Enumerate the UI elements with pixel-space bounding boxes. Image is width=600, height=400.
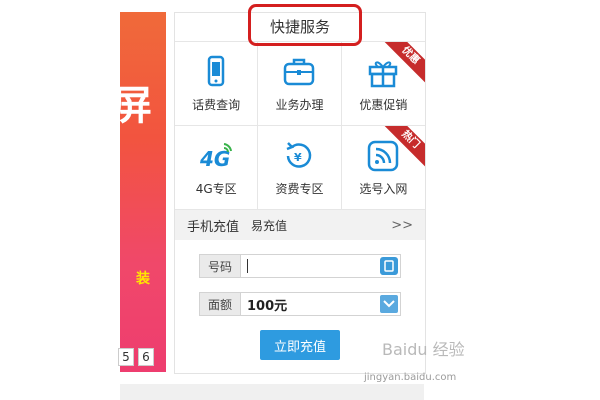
number-field[interactable]: 号码 bbox=[199, 254, 401, 278]
bottom-strip bbox=[120, 384, 424, 400]
tab-easy-recharge[interactable]: 易充值 bbox=[251, 217, 287, 234]
text-cursor bbox=[247, 259, 248, 273]
svg-text:¥: ¥ bbox=[294, 151, 302, 164]
service-grid: 话费查询 业务办理 优惠 优惠促销 4G 4G专区 ¥ 资费专区 热门 选号入网 bbox=[175, 42, 425, 210]
service-4g-zone[interactable]: 4G 4G专区 bbox=[175, 126, 259, 210]
number-input[interactable] bbox=[241, 259, 380, 274]
service-label: 优惠促销 bbox=[359, 98, 408, 112]
banner-subtext: 装 bbox=[136, 271, 150, 287]
briefcase-icon bbox=[284, 58, 315, 86]
chevron-down-icon[interactable] bbox=[380, 295, 398, 313]
service-label: 选号入网 bbox=[359, 182, 408, 196]
refresh-coin-icon: ¥ bbox=[287, 142, 312, 168]
gift-icon bbox=[369, 61, 398, 88]
amount-label: 面额 bbox=[200, 293, 241, 315]
service-label: 4G专区 bbox=[195, 182, 237, 196]
service-business[interactable]: 业务办理 bbox=[258, 42, 342, 126]
phone-icon bbox=[207, 55, 225, 87]
4g-icon: 4G bbox=[199, 143, 233, 171]
watermark-logo: Baidu 经验 bbox=[382, 340, 465, 359]
amount-value: 100元 bbox=[247, 298, 288, 314]
more-link[interactable]: >> bbox=[391, 218, 413, 233]
banner-pager: 5 6 bbox=[118, 348, 154, 366]
pager-item-5[interactable]: 5 bbox=[118, 348, 134, 366]
tab-mobile-recharge[interactable]: 手机充值 bbox=[187, 216, 239, 235]
quick-service-panel: 快捷服务 话费查询 业务办理 优惠 优惠促销 4G 4G专区 ¥ 资费专区 热门… bbox=[174, 12, 426, 374]
amount-select[interactable]: 面额 100元 bbox=[199, 292, 401, 316]
watermark-url: jingyan.baidu.com bbox=[364, 372, 457, 383]
number-label: 号码 bbox=[200, 255, 241, 277]
service-bill-query[interactable]: 话费查询 bbox=[175, 42, 259, 126]
pager-item-6[interactable]: 6 bbox=[138, 348, 154, 366]
promo-banner[interactable]: 屏 装 bbox=[120, 12, 166, 372]
wifi-signal-icon bbox=[368, 140, 399, 172]
service-number-select[interactable]: 热门 选号入网 bbox=[341, 126, 425, 210]
service-label: 资费专区 bbox=[275, 182, 324, 196]
service-tariff-zone[interactable]: ¥ 资费专区 bbox=[258, 126, 342, 210]
banner-headline: 屏 bbox=[120, 83, 152, 129]
contacts-icon[interactable] bbox=[380, 257, 398, 275]
svg-text:4G: 4G bbox=[199, 147, 230, 171]
service-label: 业务办理 bbox=[275, 98, 324, 112]
service-label: 话费查询 bbox=[192, 98, 241, 112]
service-promotions[interactable]: 优惠 优惠促销 bbox=[341, 42, 425, 126]
recharge-tabs: 手机充值 易充值 >> bbox=[175, 210, 425, 240]
title-highlight-box bbox=[248, 4, 362, 46]
recharge-submit-button[interactable]: 立即充值 bbox=[260, 330, 340, 360]
